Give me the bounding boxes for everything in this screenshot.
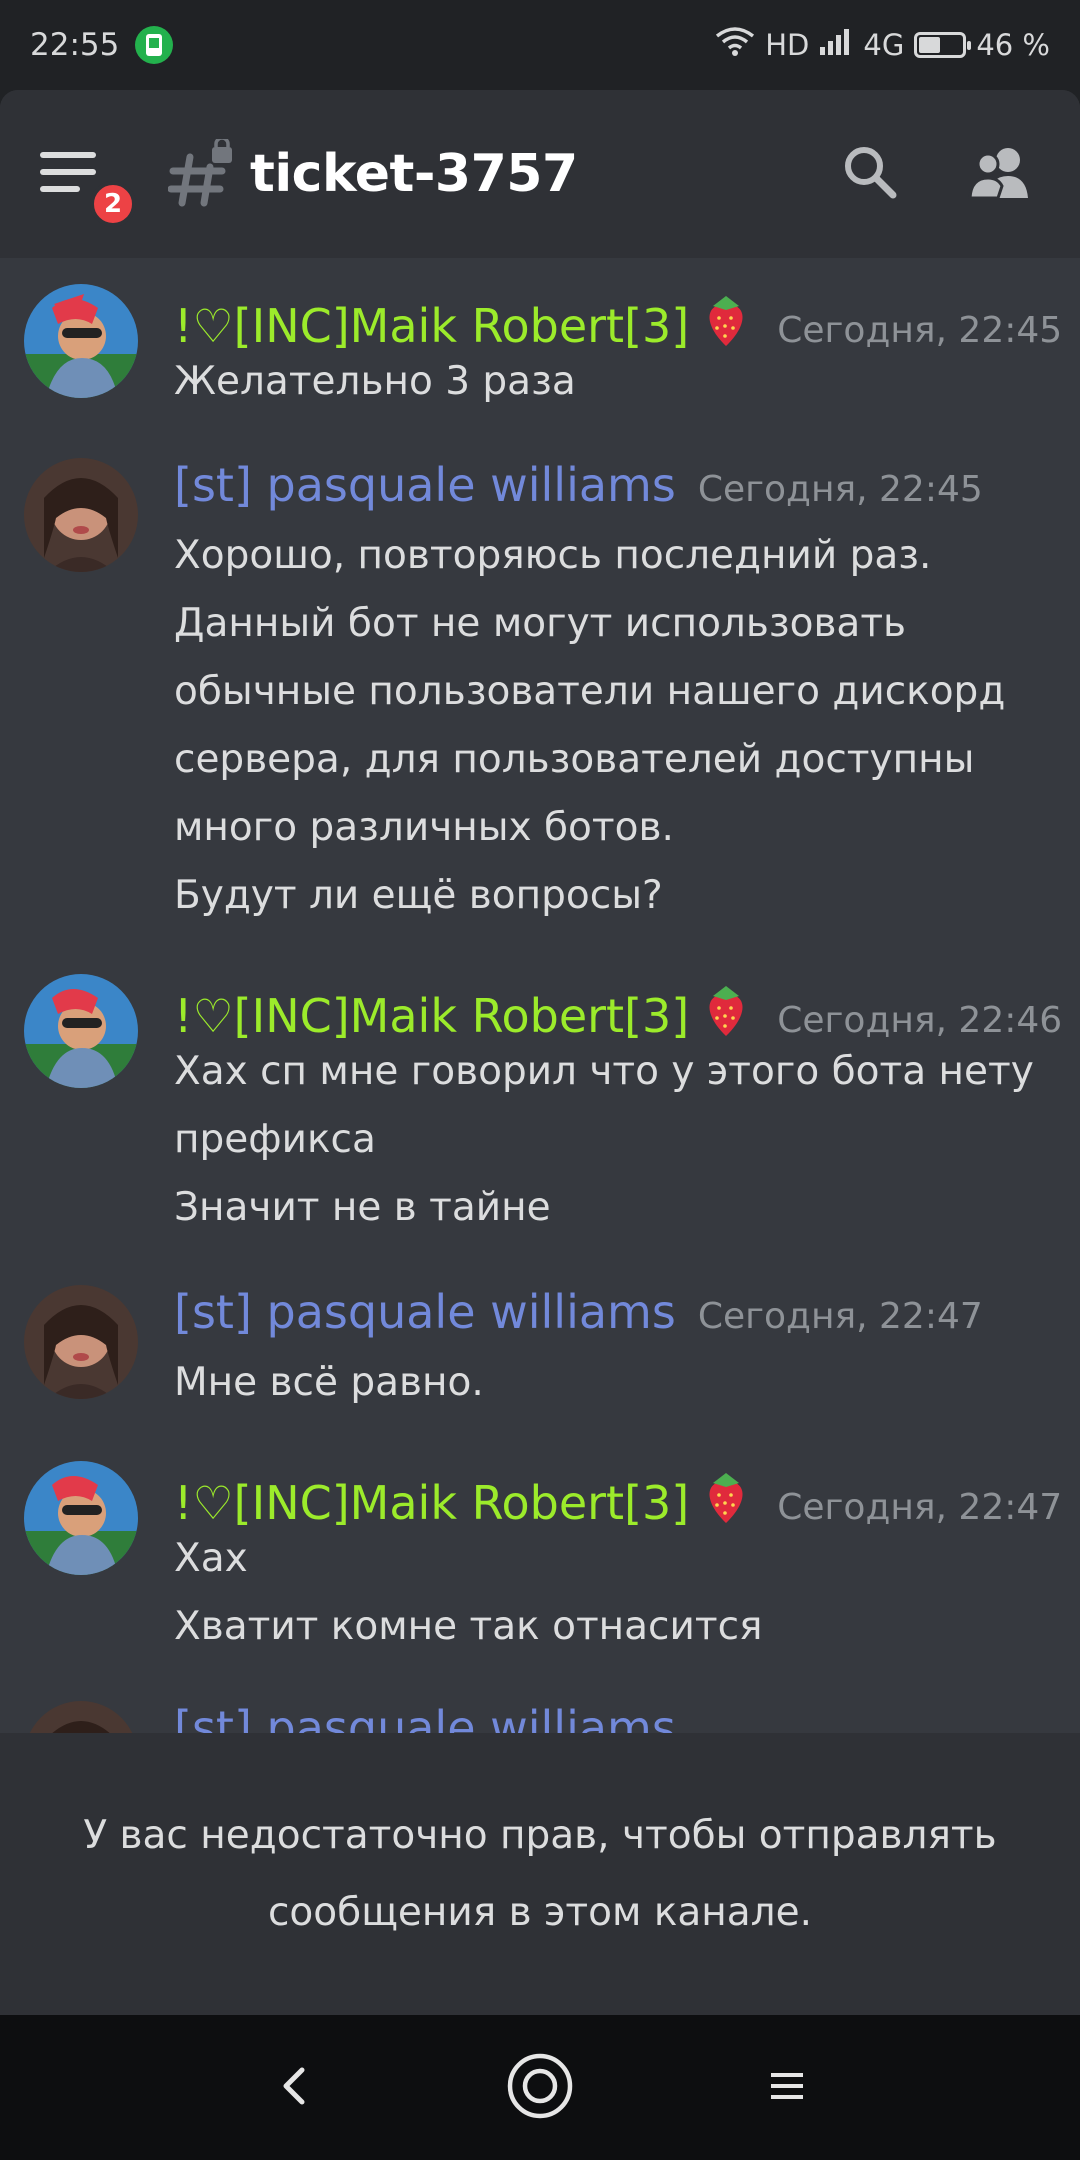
- message-timestamp: Сегодня, 22:45: [697, 469, 983, 510]
- author-name[interactable]: !♡[INC]Maik Robert[3]: [174, 1476, 689, 1530]
- discord-app: 2 ticket-3757 !♡[INC]Maik Robert[3] Сего…: [0, 90, 1080, 2015]
- status-right: HD 4G 46 %: [715, 26, 1050, 64]
- message-header: [st] pasquale williams Сегодня, 22:45: [174, 458, 983, 512]
- mention-badge: 2: [90, 181, 136, 227]
- avatar[interactable]: [24, 974, 138, 1088]
- menu-button[interactable]: 2: [40, 129, 136, 227]
- notice-line-2: сообщения в этом канале.: [267, 1890, 812, 1935]
- message-line: Хах сп мне говорил что у этого бота нету: [174, 1049, 1034, 1094]
- home-icon: [506, 2052, 574, 2124]
- message-header: !♡[INC]Maik Robert[3] Сегодня, 22:46: [174, 974, 1062, 1043]
- recents-button[interactable]: [747, 2048, 827, 2128]
- channel-name: ticket-3757: [250, 144, 578, 204]
- avatar[interactable]: [24, 458, 138, 572]
- message-header: !♡[INC]Maik Robert[3] Сегодня, 22:47: [174, 1461, 1062, 1530]
- message-line: обычные пользователи нашего дискорд: [174, 669, 1006, 714]
- search-icon: [842, 144, 898, 204]
- network-type: 4G: [863, 28, 905, 62]
- text-channel-locked-icon: [167, 136, 238, 209]
- avatar[interactable]: [24, 1701, 138, 1733]
- system-nav-bar: [0, 2015, 1080, 2160]
- battery-icon: [914, 32, 972, 58]
- message-line: Значит не в тайне: [174, 1185, 551, 1230]
- message-timestamp: Сегодня, 22:45: [777, 310, 1063, 351]
- home-button[interactable]: [500, 2048, 580, 2128]
- message-line: Будут ли ещё вопросы?: [174, 873, 663, 918]
- message-header: [st] pasquale williams Сегодня, 22:47: [174, 1285, 983, 1339]
- message-line: Хорошо, повторяюсь последний раз.: [174, 533, 932, 578]
- message-body: Хах Хватит комне так отнасится: [174, 1525, 1054, 1661]
- recents-icon: [769, 2068, 805, 2108]
- author-name[interactable]: [st] pasquale williams: [174, 458, 676, 512]
- avatar[interactable]: [24, 1285, 138, 1399]
- strawberry-emoji: [697, 980, 755, 1038]
- message-body: Мне всё равно.: [174, 1349, 1054, 1417]
- back-button[interactable]: [253, 2048, 333, 2128]
- app-notification-icon: [135, 26, 174, 64]
- search-button[interactable]: [830, 134, 910, 214]
- message-timestamp: Сегодня, 22:47: [777, 1487, 1063, 1528]
- status-bar: 22:55 HD 4G 46 %: [0, 0, 1080, 90]
- message-line: много различных ботов.: [174, 805, 674, 850]
- message-line: Данный бот не могут использовать: [174, 601, 907, 646]
- message-line: Хватит комне так отнасится: [174, 1604, 763, 1649]
- message-header: [st] pasquale williams: [174, 1701, 676, 1733]
- author-name[interactable]: [st] pasquale williams: [174, 1285, 676, 1339]
- message-line: Желательно 3 раза: [174, 359, 576, 404]
- battery-percent: 46 %: [976, 28, 1050, 62]
- author-name[interactable]: !♡[INC]Maik Robert[3]: [174, 989, 689, 1043]
- avatar[interactable]: [24, 284, 138, 398]
- hamburger-menu-icon: [40, 150, 98, 198]
- members-icon: [968, 144, 1032, 204]
- message-body: Хорошо, повторяюсь последний раз. Данный…: [174, 522, 1054, 930]
- message-body: Желательно 3 раза: [174, 348, 1054, 416]
- message-line: Мне всё равно.: [174, 1360, 484, 1405]
- notice-line-1: У вас недостаточно прав, чтобы отправлят…: [83, 1813, 997, 1858]
- back-icon: [278, 2064, 308, 2112]
- channel-header: 2 ticket-3757: [0, 90, 1080, 258]
- avatar[interactable]: [24, 1461, 138, 1575]
- message-line: префикса: [174, 1117, 376, 1162]
- message-list[interactable]: !♡[INC]Maik Robert[3] Сегодня, 22:45 Жел…: [0, 258, 1080, 1733]
- message-line: Хах: [174, 1536, 248, 1581]
- strawberry-emoji: [697, 1467, 755, 1525]
- message-line: сервера, для пользователей доступны: [174, 737, 975, 782]
- wifi-icon: [715, 26, 755, 64]
- members-button[interactable]: [960, 134, 1040, 214]
- author-name[interactable]: [st] pasquale williams: [174, 1701, 676, 1733]
- message-body: Хах сп мне говорил что у этого бота нету…: [174, 1038, 1054, 1242]
- author-name[interactable]: !♡[INC]Maik Robert[3]: [174, 299, 689, 353]
- no-permission-notice: У вас недостаточно прав, чтобы отправлят…: [0, 1733, 1080, 2015]
- message-timestamp: Сегодня, 22:47: [697, 1296, 983, 1337]
- status-time: 22:55: [30, 27, 120, 63]
- battery-level: [919, 37, 941, 53]
- strawberry-emoji: [697, 290, 755, 348]
- message-timestamp: Сегодня, 22:46: [777, 1000, 1063, 1041]
- signal-icon: [819, 27, 853, 63]
- message-header: !♡[INC]Maik Robert[3] Сегодня, 22:45: [174, 284, 1062, 353]
- hd-indicator: HD: [765, 28, 810, 62]
- status-left: 22:55: [30, 26, 174, 64]
